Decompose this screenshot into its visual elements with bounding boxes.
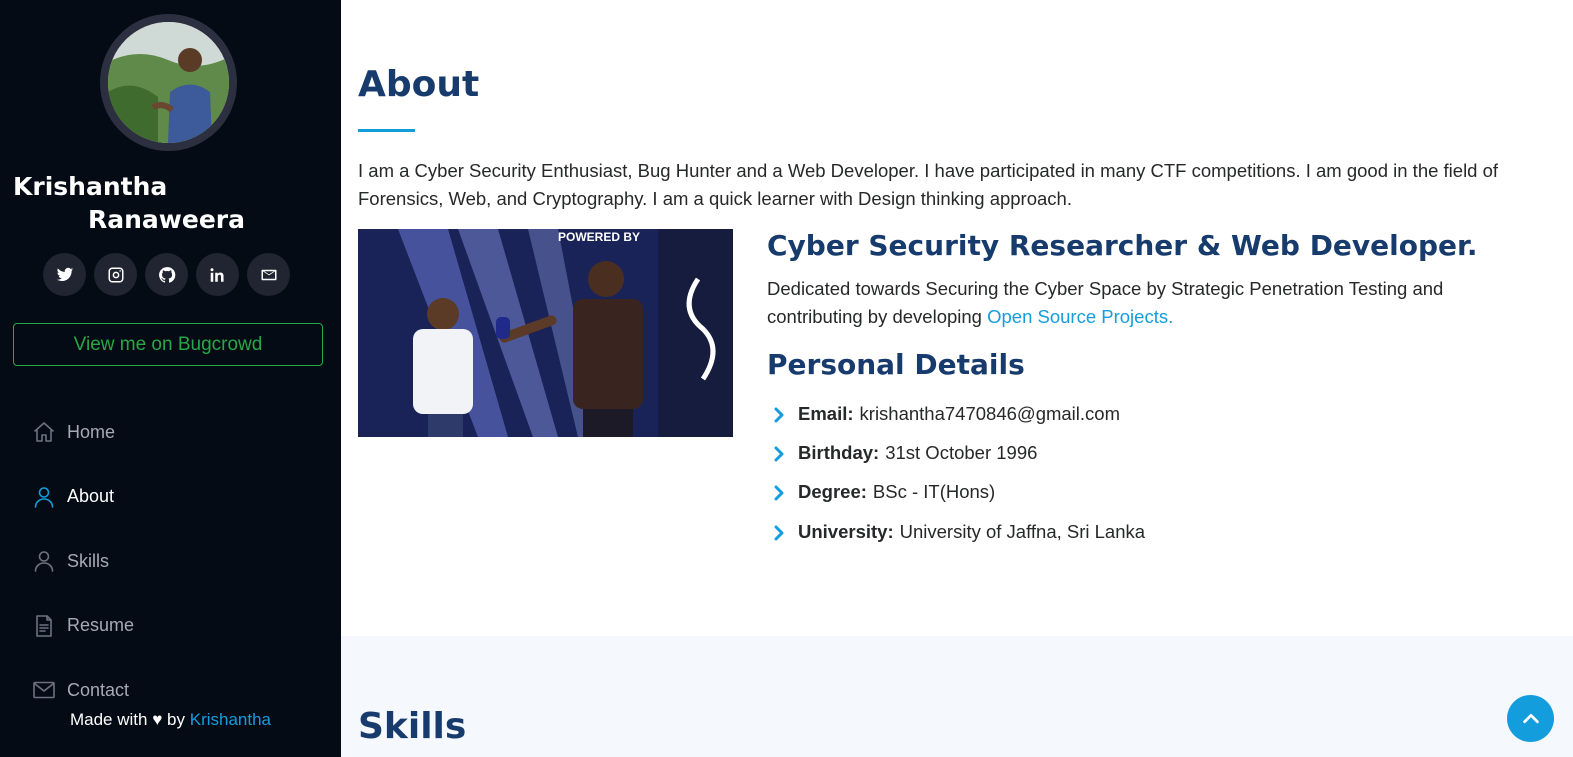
twitter-link[interactable]	[43, 253, 86, 296]
about-section-title: About	[358, 64, 480, 105]
nav-item-about[interactable]: About	[31, 465, 321, 530]
personal-details-list: Email: krishantha7470846@gmail.com Birth…	[771, 394, 1145, 551]
footer-author-link[interactable]: Krishantha	[190, 710, 271, 729]
nav-item-home[interactable]: Home	[31, 400, 321, 465]
back-to-top-button[interactable]	[1507, 695, 1554, 742]
nav-label-home: Home	[67, 421, 116, 442]
github-icon	[158, 266, 175, 283]
chevron-right-icon	[771, 445, 787, 462]
chevron-right-icon	[771, 406, 787, 423]
detail-value: 31st October 1996	[885, 441, 1038, 463]
linkedin-icon	[210, 267, 224, 282]
profile-photo	[108, 22, 229, 143]
detail-label: Birthday:	[798, 441, 880, 463]
social-links	[43, 253, 290, 296]
skills-section-title: Skills	[358, 706, 467, 747]
chevron-right-icon	[771, 484, 787, 501]
about-photo: POWERED BY	[358, 229, 733, 437]
nav-label-contact: Contact	[67, 679, 130, 700]
person-icon	[31, 484, 56, 509]
svg-text:POWERED BY: POWERED BY	[558, 230, 640, 244]
person-icon	[31, 549, 56, 574]
title-underline	[358, 129, 415, 132]
heart-icon: ♥	[152, 710, 163, 729]
profile-last-name: Ranaweera	[88, 205, 245, 234]
sidebar-footer: Made with ♥ by Krishantha	[0, 710, 341, 730]
footer-made-with: Made with	[69, 710, 148, 729]
nav-label-skills: Skills	[67, 550, 110, 571]
detail-label: Email:	[798, 402, 854, 424]
file-text-icon	[31, 613, 56, 638]
personal-details-title: Personal Details	[767, 348, 1025, 381]
role-description: Dedicated towards Securing the Cyber Spa…	[767, 275, 1527, 331]
chevron-right-icon	[771, 524, 787, 541]
profile-name: Krishantha Ranaweera	[13, 170, 333, 236]
bugcrowd-button[interactable]: View me on Bugcrowd	[13, 323, 323, 366]
nav-label-resume: Resume	[67, 615, 135, 636]
instagram-icon	[108, 267, 123, 282]
mail-icon	[261, 269, 276, 280]
github-link[interactable]	[145, 253, 188, 296]
sidebar: Krishantha Ranaweera View me on Bugcrowd…	[0, 0, 341, 757]
sidebar-nav: Home About Skills Resume Contact	[31, 400, 321, 723]
email-link[interactable]	[247, 253, 290, 296]
envelope-icon	[31, 678, 56, 703]
nav-item-skills[interactable]: Skills	[31, 529, 321, 594]
open-source-link[interactable]: Open Source Projects.	[987, 306, 1173, 327]
detail-university: University: University of Jaffna, Sri La…	[771, 512, 1145, 551]
detail-email: Email: krishantha7470846@gmail.com	[771, 394, 1145, 433]
instagram-link[interactable]	[94, 253, 137, 296]
profile-avatar	[100, 14, 237, 151]
detail-value: University of Jaffna, Sri Lanka	[899, 520, 1146, 542]
twitter-icon	[56, 267, 73, 281]
detail-value: krishantha7470846@gmail.com	[859, 402, 1120, 424]
skills-section: Skills	[341, 636, 1573, 757]
about-intro: I am a Cyber Security Enthusiast, Bug Hu…	[358, 160, 1499, 209]
nav-label-about: About	[67, 486, 115, 507]
footer-by: by	[167, 710, 185, 729]
detail-degree: Degree: BSc - IT(Hons)	[771, 473, 1145, 512]
main-content: About I am a Cyber Security Enthusiast, …	[341, 0, 1573, 757]
nav-item-resume[interactable]: Resume	[31, 594, 321, 659]
chevron-up-icon	[1522, 713, 1539, 723]
home-icon	[31, 420, 56, 445]
role-title: Cyber Security Researcher & Web Develope…	[767, 229, 1478, 262]
detail-value: BSc - IT(Hons)	[872, 481, 996, 503]
detail-label: University:	[798, 520, 894, 542]
profile-first-name: Krishantha	[13, 172, 168, 201]
detail-label: Degree:	[798, 481, 867, 503]
detail-birthday: Birthday: 31st October 1996	[771, 433, 1145, 472]
linkedin-link[interactable]	[196, 253, 239, 296]
